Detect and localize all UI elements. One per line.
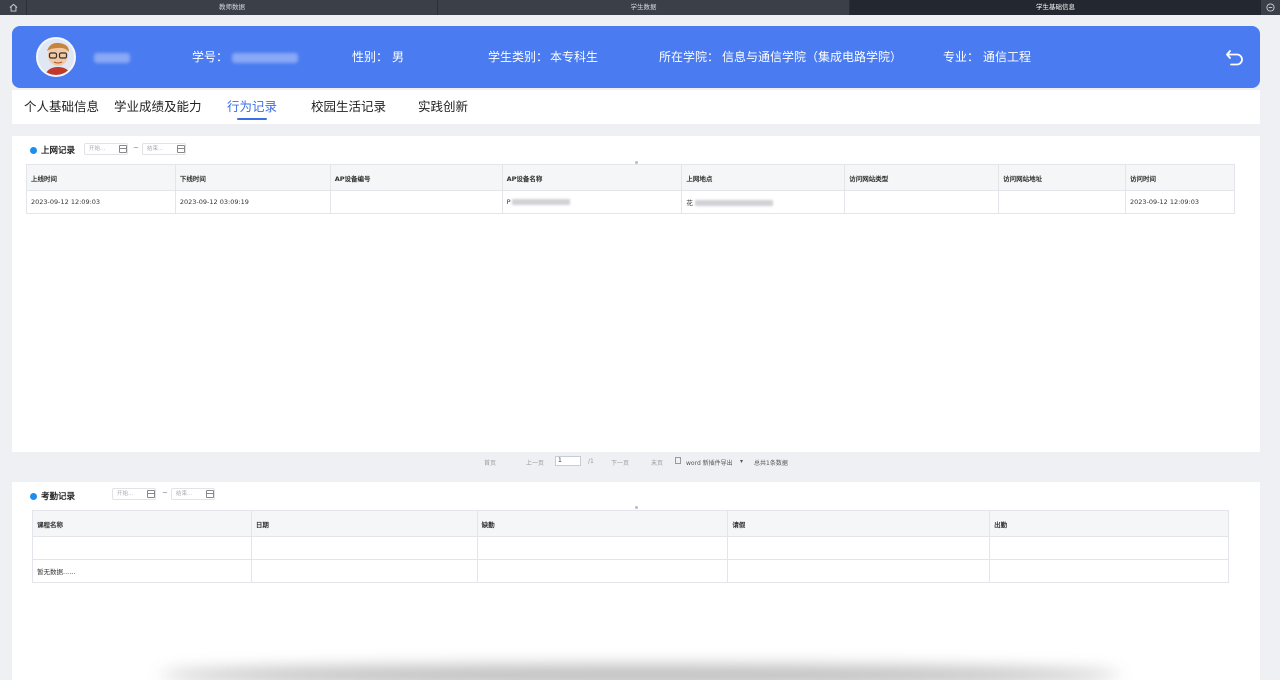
calendar-icon[interactable] — [206, 490, 214, 498]
column-header[interactable]: 请假 — [727, 510, 991, 537]
attendance-table: 课程名称 日期 缺勤 请假 出勤 暂无数据...... — [32, 510, 1229, 583]
home-icon[interactable] — [0, 0, 26, 15]
gender-value: 男 — [392, 50, 405, 64]
major-value: 通信工程 — [983, 50, 1032, 64]
empty-cell — [476, 559, 729, 583]
internet-records-table: 上线时间 下线时间 AP设备编号 AP设备名称 上网地点 访问网站类型 访问网站… — [26, 164, 1236, 214]
no-data-text: 暂无数据...... — [32, 559, 252, 583]
document-icon — [675, 457, 681, 464]
cell-site-url — [998, 190, 1126, 214]
cell-online-time: 2023-09-12 12:09:03 — [26, 190, 176, 214]
redacted-text — [694, 200, 773, 206]
table-row[interactable]: 2023-09-12 12:09:03 2023-09-12 03:09:19 … — [26, 190, 1236, 214]
date-range-separator: ~ — [133, 144, 139, 152]
column-header[interactable]: 访问网站地址 — [998, 164, 1126, 191]
cell-visit-time: 2023-09-12 12:09:03 — [1124, 190, 1236, 214]
table-header-row: 上线时间 下线时间 AP设备编号 AP设备名称 上网地点 访问网站类型 访问网站… — [26, 164, 1236, 191]
table-row — [32, 536, 1229, 560]
calendar-icon[interactable] — [177, 145, 185, 153]
pagination-bar: 首页 上一页 1 /1 下一页 末页 word 新插件导出 ▾ 总共1条数据 — [12, 454, 1260, 468]
section-dot-icon — [30, 492, 37, 500]
column-header[interactable]: AP设备名称 — [501, 164, 683, 191]
column-header[interactable]: AP设备编号 — [329, 164, 503, 191]
empty-cell — [989, 536, 1229, 560]
export-dropdown-icon[interactable]: ▾ — [740, 458, 743, 465]
attendance-records-title-text: 考勤记录 — [41, 492, 76, 502]
student-id-redacted — [232, 53, 298, 63]
tab-academic-performance[interactable]: 学业成绩及能力 — [114, 96, 202, 115]
empty-cell — [727, 536, 991, 560]
category-label: 学生类别： — [488, 50, 549, 64]
back-icon[interactable] — [1224, 46, 1246, 68]
resize-handle-icon[interactable] — [635, 506, 638, 509]
column-header[interactable]: 日期 — [250, 510, 478, 537]
column-header[interactable]: 出勤 — [989, 510, 1229, 537]
cell-ap-name: P — [501, 190, 683, 214]
column-header[interactable]: 课程名称 — [32, 510, 252, 537]
last-page-button[interactable]: 末页 — [651, 458, 663, 467]
tab-teacher-data[interactable]: 教师数据 — [26, 0, 437, 15]
student-profile-header: 学号： 性别： 男 学生类别： 本专科生 所在学院： 信息与通信学院（集成电路学… — [12, 26, 1260, 88]
date-range-separator: ~ — [162, 489, 168, 497]
calendar-icon[interactable] — [119, 145, 127, 153]
page-number-input[interactable]: 1 — [555, 456, 581, 466]
next-page-button[interactable]: 下一页 — [611, 458, 629, 467]
student-name-redacted — [94, 53, 130, 63]
location-prefix: 花 — [686, 199, 693, 207]
window-shadow — [160, 665, 1120, 680]
internet-records-panel: 上网记录 开始... ~ 结束... 上线时间 下线时间 AP设备编号 AP设备… — [12, 136, 1260, 452]
redacted-text — [512, 199, 571, 205]
sub-tab-bar: 个人基础信息 学业成绩及能力 行为记录 校园生活记录 实践创新 — [12, 90, 1260, 124]
tab-behavior-records[interactable]: 行为记录 — [227, 96, 277, 115]
calendar-icon[interactable] — [147, 490, 155, 498]
college-value: 信息与通信学院（集成电路学院） — [722, 50, 903, 64]
attendance-records-title: 考勤记录 — [30, 490, 75, 502]
active-tab-indicator — [237, 118, 267, 120]
tab-student-data[interactable]: 学生数据 — [437, 0, 849, 15]
empty-cell — [727, 559, 991, 583]
column-header[interactable]: 下线时间 — [174, 164, 331, 191]
table-header-row: 课程名称 日期 缺勤 请假 出勤 — [32, 510, 1229, 537]
column-header[interactable]: 上网地点 — [681, 164, 846, 191]
cell-location: 花 — [681, 190, 846, 214]
empty-cell — [250, 559, 478, 583]
tab-campus-life[interactable]: 校园生活记录 — [311, 96, 386, 115]
column-header[interactable]: 缺勤 — [476, 510, 729, 537]
column-header[interactable]: 访问时间 — [1124, 164, 1236, 191]
top-tab-bar: 教师数据 学生数据 学生基础信息 — [0, 0, 1280, 15]
cell-ap-id — [329, 190, 503, 214]
major-label: 专业： — [943, 50, 980, 64]
column-header[interactable]: 上线时间 — [26, 164, 176, 191]
prev-page-button[interactable]: 上一页 — [526, 458, 544, 467]
tab-student-basic-info[interactable]: 学生基础信息 — [849, 0, 1261, 15]
internet-records-title: 上网记录 — [30, 144, 75, 156]
record-count: 总共1条数据 — [754, 460, 788, 467]
cell-offline-time: 2023-09-12 03:09:19 — [174, 190, 331, 214]
avatar — [36, 37, 76, 77]
collapse-icon[interactable] — [1261, 0, 1280, 15]
empty-cell — [32, 536, 252, 560]
column-header[interactable]: 访问网站类型 — [844, 164, 1000, 191]
section-dot-icon — [30, 146, 37, 154]
empty-cell — [476, 536, 729, 560]
ap-name-prefix: P — [506, 198, 511, 206]
student-id-label: 学号： — [192, 50, 229, 64]
export-button[interactable]: word 新插件导出 — [686, 458, 733, 467]
empty-cell — [989, 559, 1229, 583]
gender-label: 性别： — [352, 50, 389, 64]
college-label: 所在学院： — [659, 50, 720, 64]
table-row: 暂无数据...... — [32, 559, 1229, 583]
empty-cell — [250, 536, 478, 560]
attendance-records-panel: 考勤记录 开始... ~ 结束... 课程名称 日期 缺勤 请假 出勤 暂无数据… — [12, 482, 1260, 680]
tab-personal-info[interactable]: 个人基础信息 — [24, 96, 99, 115]
internet-records-title-text: 上网记录 — [41, 146, 76, 156]
category-value: 本专科生 — [550, 50, 599, 64]
tab-practice-innovation[interactable]: 实践创新 — [418, 96, 468, 115]
total-pages: /1 — [588, 458, 594, 465]
cell-site-type — [844, 190, 1000, 214]
first-page-button[interactable]: 首页 — [484, 458, 496, 467]
